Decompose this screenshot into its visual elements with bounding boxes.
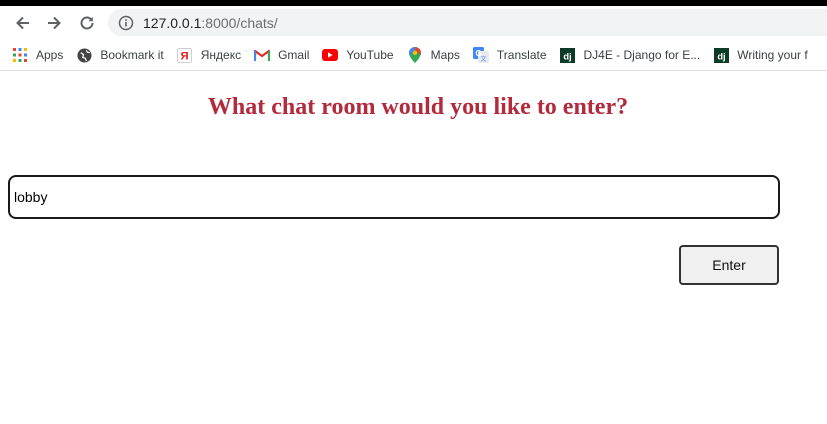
url-path: :8000/chats/ [201,14,278,31]
bookmark-youtube[interactable]: YouTube [316,43,400,67]
svg-text:Я: Я [181,50,189,62]
enter-button[interactable]: Enter [679,245,779,285]
bookmarks-bar: Apps Bookmark it Я Яндекс Gmail YouTube … [0,40,827,71]
youtube-icon [322,47,339,63]
bookmark-label: Gmail [278,48,310,62]
svg-text:dj: dj [717,51,725,61]
page-title: What chat room would you like to enter? [207,94,629,120]
bookmark-label: Maps [430,48,460,62]
address-bar[interactable]: 127.0.0.1:8000/chats/ [108,9,827,36]
back-arrow-icon[interactable] [12,12,34,34]
gmail-icon [254,47,271,63]
bookmark-bookmark-it[interactable]: Bookmark it [70,43,170,67]
bookmark-label: Apps [36,48,64,62]
url-host: 127.0.0.1 [143,14,202,31]
info-icon[interactable] [118,15,134,31]
yandex-icon: Я [177,47,193,63]
globe-icon [76,47,92,63]
bookmark-maps[interactable]: Maps [401,43,467,67]
svg-text:文: 文 [480,55,486,63]
bookmark-label: Bookmark it [100,48,164,62]
room-name-input[interactable] [8,175,780,219]
bookmark-apps[interactable]: Apps [0,43,70,67]
bookmark-label: DJ4E - Django for E... [583,48,701,62]
bookmark-writing-your[interactable]: dj Writing your f [707,43,814,67]
bookmark-translate[interactable]: G文 Translate [467,43,554,67]
apps-grid-icon [12,47,28,63]
bookmark-label: Writing your f [737,48,808,62]
url-text: 127.0.0.1:8000/chats/ [143,15,278,31]
translate-icon: G文 [472,47,489,63]
bookmark-dj4e[interactable]: dj DJ4E - Django for E... [554,43,708,67]
reload-icon[interactable] [76,12,98,34]
forward-arrow-icon[interactable] [43,12,65,34]
svg-text:dj: dj [563,51,571,61]
dj-icon: dj [713,47,729,63]
bookmark-label: YouTube [346,48,394,62]
bookmark-label: Translate [496,48,547,62]
bookmark-yandex[interactable]: Я Яндекс [171,43,248,67]
bookmark-gmail[interactable]: Gmail [248,43,316,67]
bookmark-label: Яндекс [200,48,242,62]
dj-icon: dj [560,47,576,63]
browser-toolbar: 127.0.0.1:8000/chats/ [0,6,827,40]
maps-pin-icon [407,47,423,63]
